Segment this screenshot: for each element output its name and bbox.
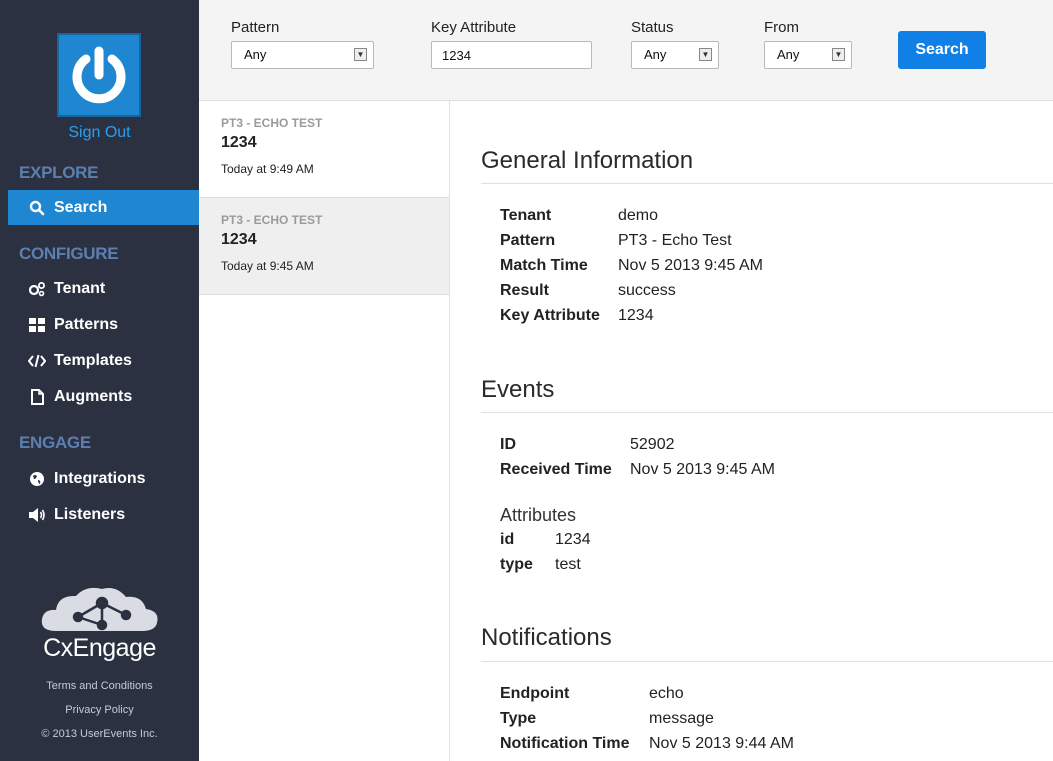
copyright: © 2013 UserEvents Inc.: [41, 728, 158, 740]
result-time: Today at 9:49 AM: [221, 162, 314, 176]
field-label: Type: [500, 710, 537, 727]
brand-name: CxEngage: [43, 634, 156, 662]
cxengage-cloud-logo-icon: [38, 585, 162, 640]
sidebar-item-label: Listeners: [54, 505, 126, 523]
result-key: 1234: [221, 134, 257, 151]
events-heading: Events: [481, 376, 555, 403]
field-label: Result: [500, 282, 549, 299]
search-icon: [28, 199, 46, 217]
section-heading-configure: CONFIGURE: [19, 244, 119, 263]
sidebar-item-augments[interactable]: Augments: [8, 379, 199, 414]
divider: [481, 183, 1053, 184]
search-button[interactable]: Search: [898, 31, 986, 69]
field-value: demo: [618, 207, 659, 224]
sign-out-link[interactable]: Sign Out: [0, 124, 199, 142]
from-label: From: [764, 19, 799, 36]
field-label: Match Time: [500, 257, 588, 274]
pattern-select-value: Any: [244, 47, 267, 62]
gears-icon: [28, 280, 46, 298]
sidebar-item-label: Templates: [54, 351, 132, 369]
sidebar-item-label: Augments: [54, 387, 133, 405]
general-information-heading: General Information: [481, 147, 694, 174]
power-logo-icon[interactable]: [57, 33, 141, 117]
result-pattern: PT3 - ECHO TEST: [221, 213, 323, 227]
field-value: 1234: [555, 531, 591, 548]
field-label: id: [500, 531, 515, 548]
from-select-value: Any: [777, 47, 800, 62]
field-label: Tenant: [500, 207, 552, 224]
key-attribute-input[interactable]: [431, 41, 592, 69]
status-select[interactable]: Any ▼: [631, 41, 719, 69]
privacy-link[interactable]: Privacy Policy: [0, 704, 199, 716]
sidebar-item-integrations[interactable]: Integrations: [8, 461, 199, 496]
field-value: PT3 - Echo Test: [618, 232, 732, 249]
attributes-heading: Attributes: [500, 505, 577, 525]
file-icon: [28, 388, 46, 406]
result-time: Today at 9:45 AM: [221, 259, 314, 273]
field-value: Nov 5 2013 9:44 AM: [649, 735, 794, 752]
field-value: test: [555, 556, 581, 573]
sidebar-item-listeners[interactable]: Listeners: [8, 497, 199, 532]
field-label: Pattern: [500, 232, 556, 249]
result-pattern: PT3 - ECHO TEST: [221, 116, 323, 130]
pattern-label: Pattern: [231, 19, 280, 36]
list-item[interactable]: PT3 - ECHO TEST 1234 Today at 9:45 AM: [199, 198, 449, 295]
code-icon: [28, 352, 46, 370]
detail-pane: General Information Tenant demo Pattern …: [450, 101, 1053, 761]
section-heading-engage: ENGAGE: [19, 433, 91, 452]
sidebar: Sign Out EXPLORE Search CONFIGURE Tenant…: [0, 0, 199, 761]
status-label: Status: [631, 19, 674, 36]
from-select[interactable]: Any ▼: [764, 41, 852, 69]
speaker-icon: [28, 506, 46, 524]
notifications-heading: Notifications: [481, 624, 612, 651]
result-key: 1234: [221, 231, 257, 248]
field-value: 1234: [618, 307, 654, 324]
field-label: Endpoint: [500, 685, 570, 702]
field-label: Received Time: [500, 461, 612, 478]
field-value: message: [649, 710, 714, 727]
sidebar-item-label: Search: [54, 198, 108, 216]
grid-icon: [28, 316, 46, 334]
field-value: Nov 5 2013 9:45 AM: [618, 257, 763, 274]
dropdown-arrow-icon: ▼: [832, 48, 845, 61]
sidebar-item-label: Tenant: [54, 279, 106, 297]
field-label: type: [500, 556, 533, 573]
dropdown-arrow-icon: ▼: [699, 48, 712, 61]
results-list: PT3 - ECHO TEST 1234 Today at 9:49 AM PT…: [199, 101, 450, 761]
list-item[interactable]: PT3 - ECHO TEST 1234 Today at 9:49 AM: [199, 101, 449, 198]
status-select-value: Any: [644, 47, 667, 62]
sidebar-item-search[interactable]: Search: [8, 190, 199, 225]
sidebar-item-label: Patterns: [54, 315, 119, 333]
field-value: Nov 5 2013 9:45 AM: [630, 461, 775, 478]
field-label: ID: [500, 436, 516, 453]
section-heading-explore: EXPLORE: [19, 163, 99, 182]
sidebar-item-tenant[interactable]: Tenant: [8, 271, 199, 306]
sidebar-item-label: Integrations: [54, 469, 146, 487]
terms-link[interactable]: Terms and Conditions: [0, 680, 199, 692]
dropdown-arrow-icon: ▼: [354, 48, 367, 61]
globe-icon: [28, 470, 46, 488]
field-value: 52902: [630, 436, 675, 453]
field-value: success: [618, 282, 676, 299]
divider: [481, 661, 1053, 662]
field-label: Key Attribute: [500, 307, 600, 324]
key-attribute-label: Key Attribute: [431, 19, 517, 36]
field-value: echo: [649, 685, 684, 702]
pattern-select[interactable]: Any ▼: [231, 41, 374, 69]
sidebar-item-templates[interactable]: Templates: [8, 343, 199, 378]
field-label: Notification Time: [500, 735, 630, 752]
sidebar-item-patterns[interactable]: Patterns: [8, 307, 199, 342]
divider: [481, 412, 1053, 413]
